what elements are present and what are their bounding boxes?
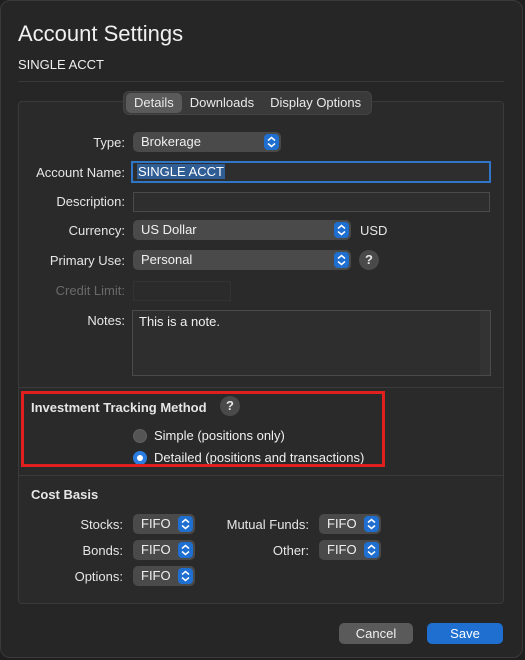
- mutual-funds-value: FIFO: [327, 516, 357, 531]
- mutual-funds-select[interactable]: FIFO: [319, 514, 381, 534]
- currency-value: US Dollar: [141, 222, 197, 237]
- options-select[interactable]: FIFO: [133, 566, 195, 586]
- description-label: Description:: [56, 194, 125, 209]
- save-button[interactable]: Save: [427, 623, 503, 644]
- chevron-updown-icon: [264, 134, 279, 150]
- options-label: Options:: [74, 569, 123, 584]
- primary-use-select[interactable]: Personal: [133, 250, 351, 270]
- tab-details[interactable]: Details: [126, 93, 182, 113]
- type-value: Brokerage: [141, 134, 201, 149]
- tab-bar: Details Downloads Display Options: [123, 91, 373, 115]
- chevron-updown-icon: [178, 568, 193, 584]
- account-name-value: SINGLE ACCT: [137, 164, 225, 179]
- other-value: FIFO: [327, 542, 357, 557]
- notes-value: This is a note.: [139, 314, 220, 329]
- type-select[interactable]: Brokerage: [133, 132, 281, 152]
- other-label: Other:: [272, 543, 309, 558]
- divider: [19, 475, 503, 476]
- type-label: Type:: [93, 135, 125, 150]
- chevron-updown-icon: [364, 516, 379, 532]
- currency-select[interactable]: US Dollar: [133, 220, 351, 240]
- chevron-updown-icon: [334, 222, 349, 238]
- options-value: FIFO: [141, 568, 171, 583]
- notes-scrollbar[interactable]: [480, 311, 490, 375]
- chevron-updown-icon: [334, 252, 349, 268]
- cost-basis-title: Cost Basis: [31, 487, 99, 502]
- notes-label: Notes:: [87, 313, 125, 328]
- divider: [19, 387, 503, 388]
- currency-code: USD: [360, 223, 388, 238]
- tab-downloads[interactable]: Downloads: [182, 93, 262, 113]
- credit-limit-label: Credit Limit:: [55, 283, 125, 298]
- divider: [18, 81, 504, 82]
- stocks-value: FIFO: [141, 516, 171, 531]
- bonds-value: FIFO: [141, 542, 171, 557]
- mutual-funds-label: Mutual Funds:: [226, 517, 309, 532]
- chevron-updown-icon: [364, 542, 379, 558]
- account-name-label: Account Name:: [36, 165, 125, 180]
- other-select[interactable]: FIFO: [319, 540, 381, 560]
- highlight-box: [21, 391, 385, 467]
- cancel-button[interactable]: Cancel: [339, 623, 413, 644]
- account-settings-window: Account Settings SINGLE ACCT Details Dow…: [0, 0, 523, 658]
- stocks-select[interactable]: FIFO: [133, 514, 195, 534]
- bonds-select[interactable]: FIFO: [133, 540, 195, 560]
- stocks-label: Stocks:: [80, 517, 123, 532]
- primary-use-value: Personal: [141, 252, 193, 267]
- primary-use-label: Primary Use:: [49, 253, 125, 268]
- primary-use-help-icon[interactable]: ?: [359, 250, 379, 270]
- account-subtitle: SINGLE ACCT: [18, 57, 104, 72]
- window-title: Account Settings: [18, 21, 184, 46]
- account-name-field[interactable]: SINGLE ACCT: [131, 161, 491, 183]
- currency-label: Currency:: [68, 223, 125, 238]
- description-field[interactable]: [133, 192, 490, 212]
- credit-limit-field: [133, 281, 231, 301]
- tab-display-options[interactable]: Display Options: [262, 93, 369, 113]
- bonds-label: Bonds:: [82, 543, 123, 558]
- notes-textarea[interactable]: This is a note.: [132, 310, 491, 376]
